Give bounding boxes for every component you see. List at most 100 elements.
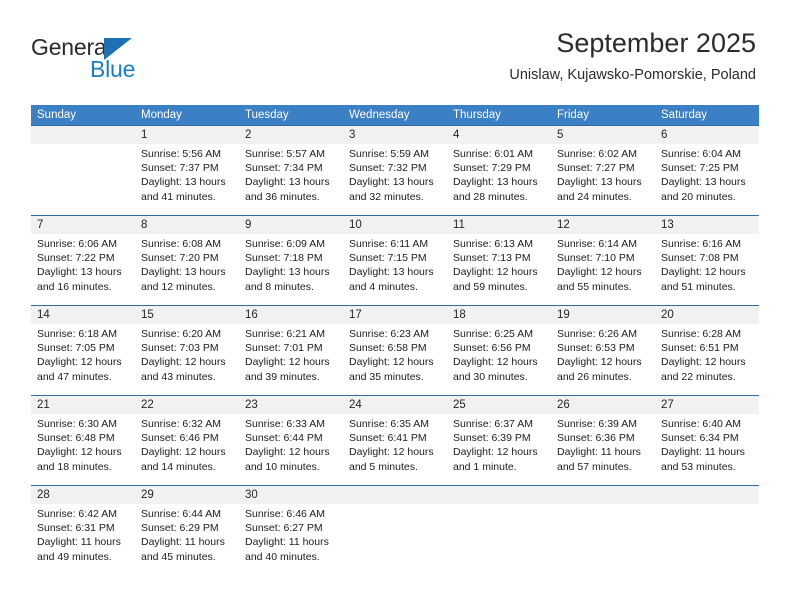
day-cell[interactable]: Sunrise: 6:18 AM Sunset: 7:05 PM Dayligh… — [31, 324, 135, 395]
weekday-header-friday: Friday — [557, 109, 589, 121]
day-cell[interactable]: Sunrise: 6:42 AM Sunset: 6:31 PM Dayligh… — [31, 504, 135, 575]
page-header: General Blue September 2025 Unislaw, Kuj… — [0, 0, 792, 100]
day-number[interactable]: 17 — [343, 306, 447, 324]
day-cell[interactable]: Sunrise: 6:35 AM Sunset: 6:41 PM Dayligh… — [343, 414, 447, 485]
day-cell[interactable]: Sunrise: 6:16 AM Sunset: 7:08 PM Dayligh… — [655, 234, 759, 305]
title-block: September 2025 Unislaw, Kujawsko-Pomorsk… — [509, 26, 756, 86]
sunrise-text: Sunrise: 5:59 AM — [349, 148, 429, 160]
day-number[interactable]: 26 — [551, 396, 655, 414]
day-cell[interactable] — [343, 504, 447, 575]
day-cell[interactable] — [655, 504, 759, 575]
day-number[interactable]: 30 — [239, 486, 343, 504]
sunrise-text: Sunrise: 6:40 AM — [661, 418, 741, 430]
day-number[interactable] — [447, 486, 551, 504]
sunset-text: Sunset: 6:41 PM — [349, 432, 427, 445]
day-cell[interactable]: Sunrise: 6:39 AM Sunset: 6:36 PM Dayligh… — [551, 414, 655, 485]
day-number[interactable]: 23 — [239, 396, 343, 414]
day-number[interactable]: 16 — [239, 306, 343, 324]
day-number[interactable]: 27 — [655, 396, 759, 414]
day-cell[interactable]: Sunrise: 6:37 AM Sunset: 6:39 PM Dayligh… — [447, 414, 551, 485]
daylight-text-line1: Daylight: 13 hours — [349, 266, 434, 279]
generalblue-logo[interactable]: General Blue — [31, 34, 251, 86]
daylight-text-line2: and 39 minutes. — [245, 370, 320, 383]
day-cell[interactable] — [447, 504, 551, 575]
day-cell[interactable]: Sunrise: 6:01 AM Sunset: 7:29 PM Dayligh… — [447, 144, 551, 215]
day-number[interactable] — [31, 126, 135, 144]
day-number[interactable]: 9 — [239, 216, 343, 234]
daylight-text-line1: Daylight: 12 hours — [141, 356, 226, 369]
day-number[interactable] — [551, 486, 655, 504]
day-cell[interactable]: Sunrise: 6:25 AM Sunset: 6:56 PM Dayligh… — [447, 324, 551, 395]
day-cell[interactable] — [31, 144, 135, 215]
day-number[interactable]: 11 — [447, 216, 551, 234]
day-number[interactable]: 8 — [135, 216, 239, 234]
day-cell[interactable]: Sunrise: 6:23 AM Sunset: 6:58 PM Dayligh… — [343, 324, 447, 395]
day-number[interactable]: 20 — [655, 306, 759, 324]
day-number[interactable]: 18 — [447, 306, 551, 324]
day-cell[interactable]: Sunrise: 6:04 AM Sunset: 7:25 PM Dayligh… — [655, 144, 759, 215]
day-cell[interactable]: Sunrise: 6:14 AM Sunset: 7:10 PM Dayligh… — [551, 234, 655, 305]
day-cell[interactable]: Sunrise: 6:09 AM Sunset: 7:18 PM Dayligh… — [239, 234, 343, 305]
daylight-text-line1: Daylight: 12 hours — [557, 356, 642, 369]
day-number[interactable]: 19 — [551, 306, 655, 324]
day-number[interactable]: 10 — [343, 216, 447, 234]
day-number[interactable]: 7 — [31, 216, 135, 234]
daylight-text-line2: and 1 minute. — [453, 460, 517, 473]
sunset-text: Sunset: 6:36 PM — [557, 432, 635, 445]
day-cell[interactable]: Sunrise: 6:06 AM Sunset: 7:22 PM Dayligh… — [31, 234, 135, 305]
day-number[interactable]: 29 — [135, 486, 239, 504]
daylight-text-line1: Daylight: 12 hours — [245, 446, 330, 459]
daylight-text-line1: Daylight: 13 hours — [557, 176, 642, 189]
day-cell[interactable] — [551, 504, 655, 575]
day-number[interactable]: 1 — [135, 126, 239, 144]
day-number[interactable]: 12 — [551, 216, 655, 234]
day-cell[interactable]: Sunrise: 6:32 AM Sunset: 6:46 PM Dayligh… — [135, 414, 239, 485]
weekday-header-tuesday: Tuesday — [245, 109, 289, 121]
day-number[interactable]: 22 — [135, 396, 239, 414]
day-number[interactable] — [655, 486, 759, 504]
day-number[interactable]: 2 — [239, 126, 343, 144]
week-daynumber-band: 1 2 3 4 5 6 — [31, 126, 759, 144]
day-cell[interactable]: Sunrise: 6:26 AM Sunset: 6:53 PM Dayligh… — [551, 324, 655, 395]
sunrise-text: Sunrise: 6:01 AM — [453, 148, 533, 160]
day-number[interactable]: 3 — [343, 126, 447, 144]
sunrise-text: Sunrise: 6:02 AM — [557, 148, 637, 160]
day-number[interactable]: 14 — [31, 306, 135, 324]
day-number[interactable]: 15 — [135, 306, 239, 324]
daylight-text-line2: and 14 minutes. — [141, 460, 216, 473]
day-cell[interactable]: Sunrise: 6:46 AM Sunset: 6:27 PM Dayligh… — [239, 504, 343, 575]
day-number[interactable]: 5 — [551, 126, 655, 144]
daylight-text-line2: and 51 minutes. — [661, 280, 736, 293]
daylight-text-line1: Daylight: 12 hours — [141, 446, 226, 459]
day-cell[interactable]: Sunrise: 6:40 AM Sunset: 6:34 PM Dayligh… — [655, 414, 759, 485]
day-cell[interactable]: Sunrise: 6:30 AM Sunset: 6:48 PM Dayligh… — [31, 414, 135, 485]
week-detail-band: Sunrise: 6:30 AM Sunset: 6:48 PM Dayligh… — [31, 414, 759, 485]
sunset-text: Sunset: 7:08 PM — [661, 252, 739, 265]
day-cell[interactable]: Sunrise: 6:28 AM Sunset: 6:51 PM Dayligh… — [655, 324, 759, 395]
daylight-text-line2: and 30 minutes. — [453, 370, 528, 383]
day-cell[interactable]: Sunrise: 6:44 AM Sunset: 6:29 PM Dayligh… — [135, 504, 239, 575]
day-cell[interactable]: Sunrise: 6:11 AM Sunset: 7:15 PM Dayligh… — [343, 234, 447, 305]
day-number[interactable]: 21 — [31, 396, 135, 414]
day-cell[interactable]: Sunrise: 6:20 AM Sunset: 7:03 PM Dayligh… — [135, 324, 239, 395]
day-cell[interactable]: Sunrise: 5:56 AM Sunset: 7:37 PM Dayligh… — [135, 144, 239, 215]
sunset-text: Sunset: 6:58 PM — [349, 342, 427, 355]
week-daynumber-band: 21 22 23 24 25 26 27 — [31, 396, 759, 414]
daylight-text-line1: Daylight: 11 hours — [661, 446, 745, 459]
day-cell[interactable]: Sunrise: 6:33 AM Sunset: 6:44 PM Dayligh… — [239, 414, 343, 485]
day-number[interactable]: 28 — [31, 486, 135, 504]
day-cell[interactable]: Sunrise: 5:59 AM Sunset: 7:32 PM Dayligh… — [343, 144, 447, 215]
day-cell[interactable]: Sunrise: 5:57 AM Sunset: 7:34 PM Dayligh… — [239, 144, 343, 215]
sunset-text: Sunset: 7:25 PM — [661, 162, 739, 175]
day-number[interactable]: 6 — [655, 126, 759, 144]
day-number[interactable]: 24 — [343, 396, 447, 414]
day-number[interactable]: 4 — [447, 126, 551, 144]
day-number[interactable]: 13 — [655, 216, 759, 234]
day-cell[interactable]: Sunrise: 6:13 AM Sunset: 7:13 PM Dayligh… — [447, 234, 551, 305]
day-number[interactable] — [343, 486, 447, 504]
day-number[interactable]: 25 — [447, 396, 551, 414]
daylight-text-line2: and 26 minutes. — [557, 370, 632, 383]
day-cell[interactable]: Sunrise: 6:21 AM Sunset: 7:01 PM Dayligh… — [239, 324, 343, 395]
day-cell[interactable]: Sunrise: 6:08 AM Sunset: 7:20 PM Dayligh… — [135, 234, 239, 305]
day-cell[interactable]: Sunrise: 6:02 AM Sunset: 7:27 PM Dayligh… — [551, 144, 655, 215]
